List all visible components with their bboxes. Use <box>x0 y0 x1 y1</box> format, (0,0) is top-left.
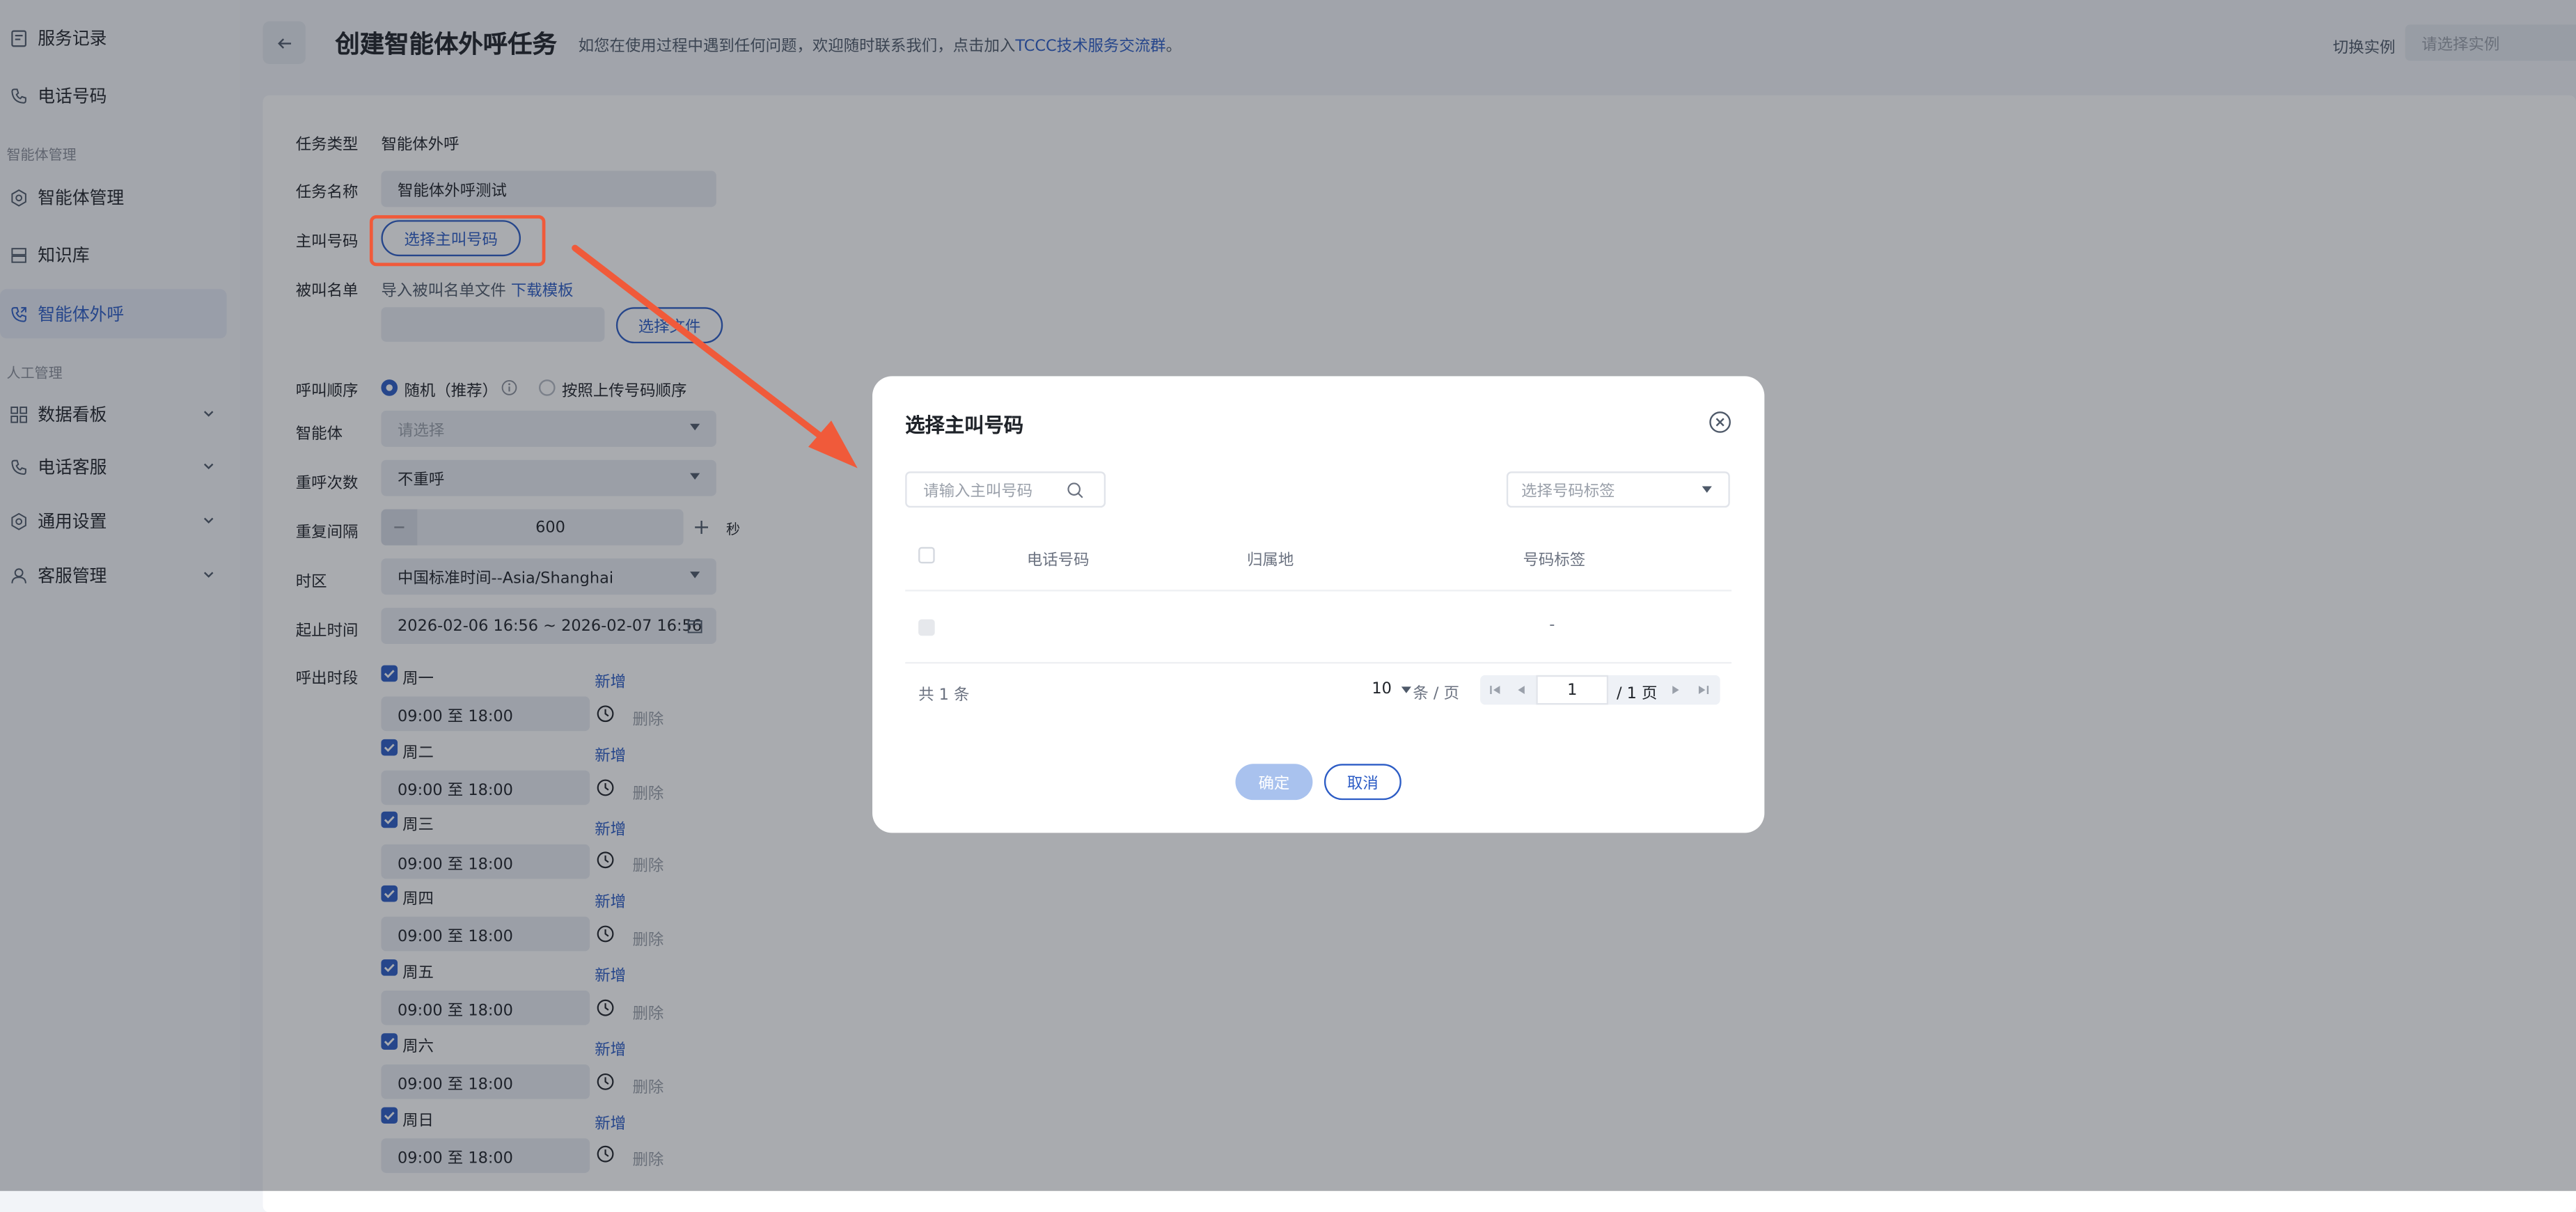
first-page-icon <box>1490 686 1500 694</box>
number-tag-select[interactable]: 选择号码标签 <box>1506 471 1730 508</box>
modal-title: 选择主叫号码 <box>905 414 1024 437</box>
last-page-icon <box>1698 686 1709 694</box>
caller-search-input[interactable]: 请输入主叫号码 <box>905 471 1106 508</box>
last-page-button[interactable] <box>1690 675 1717 705</box>
chevron-right-icon <box>1672 686 1679 694</box>
caret-down-icon <box>1702 486 1712 493</box>
page-size-unit: 条 / 页 <box>1413 684 1460 703</box>
search-placeholder: 请输入主叫号码 <box>923 482 1033 501</box>
cancel-button[interactable]: 取消 <box>1324 764 1401 801</box>
table-divider <box>905 590 1732 592</box>
page-size-value: 10 <box>1372 679 1392 698</box>
total-count: 共 1 条 <box>918 686 970 705</box>
row-checkbox[interactable] <box>918 619 935 636</box>
page-total: / 1 页 <box>1616 684 1658 703</box>
caret-down-icon <box>1401 686 1412 693</box>
page-size-select[interactable]: 10 <box>1372 679 1412 698</box>
row-tag-cell: - <box>1549 615 1555 634</box>
app-root: 服务记录 电话号码 智能体管理 智能体管理 知识库 智能体外呼 人工管理 数据看… <box>0 0 2576 1212</box>
table-divider <box>905 661 1732 664</box>
tag-select-placeholder: 选择号码标签 <box>1521 482 1615 501</box>
confirm-button[interactable]: 确定 <box>1235 764 1313 801</box>
column-header-tag: 号码标签 <box>1523 551 1586 570</box>
select-caller-modal: 选择主叫号码 请输入主叫号码 选择号码标签 电话号码 归属地 号码标签 - 共 … <box>872 376 1765 833</box>
search-icon[interactable] <box>1066 481 1084 499</box>
column-header-phone: 电话号码 <box>1026 551 1090 570</box>
page-number-input[interactable]: 1 <box>1536 675 1609 705</box>
prev-page-button[interactable] <box>1508 675 1534 705</box>
next-page-button[interactable] <box>1663 675 1689 705</box>
select-all-checkbox[interactable] <box>918 546 935 564</box>
close-icon[interactable] <box>1709 411 1731 434</box>
first-page-button[interactable] <box>1482 675 1508 705</box>
pagination: 1 / 1 页 <box>1480 675 1720 705</box>
column-header-location: 归属地 <box>1247 551 1294 570</box>
chevron-left-icon <box>1518 686 1525 694</box>
